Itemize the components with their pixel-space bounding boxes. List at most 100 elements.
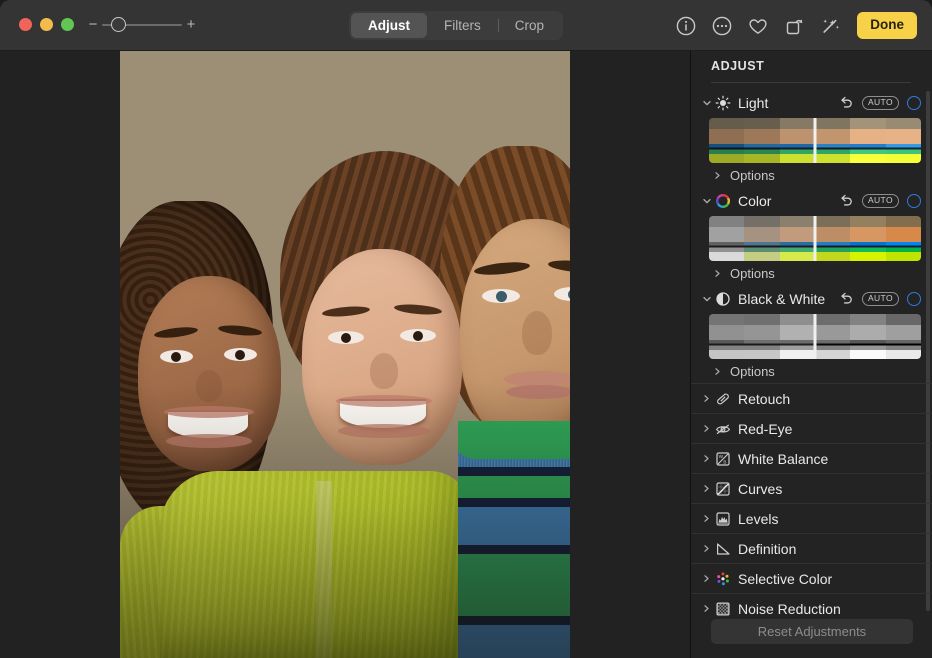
color-filmstrip[interactable]: [709, 216, 921, 261]
favorite-heart-icon[interactable]: [747, 15, 769, 37]
chevron-right-icon[interactable]: [700, 424, 713, 433]
filmstrip-thumb[interactable]: [780, 314, 815, 359]
zoom-slider-control[interactable]: − +: [86, 17, 198, 32]
section-row-selective-color[interactable]: Selective Color: [691, 563, 932, 593]
auto-button-light[interactable]: AUTO: [862, 96, 899, 110]
color-wheel-icon: [713, 193, 733, 209]
section-row-retouch[interactable]: Retouch: [691, 383, 932, 413]
filmstrip-playhead[interactable]: [814, 118, 817, 163]
info-icon[interactable]: [675, 15, 697, 37]
section-row-curves[interactable]: Curves: [691, 473, 932, 503]
section-header-light[interactable]: Light AUTO: [691, 89, 932, 116]
section-row-white-balance[interactable]: W B White Balance: [691, 443, 932, 473]
section-controls-color: AUTO: [839, 193, 921, 208]
filmstrip-thumb[interactable]: [744, 216, 779, 261]
filmstrip-thumb[interactable]: [780, 118, 815, 163]
filmstrip-playhead[interactable]: [814, 216, 817, 261]
section-label-black-and-white: Black & White: [738, 291, 825, 307]
zoom-slider-track[interactable]: [102, 17, 182, 32]
edit-mode-segmented-control[interactable]: Adjust Filters Crop: [349, 11, 563, 40]
tab-crop[interactable]: Crop: [498, 13, 561, 38]
reset-adjustments-button[interactable]: Reset Adjustments: [711, 619, 913, 644]
filmstrip-thumb[interactable]: [886, 118, 921, 163]
section-header-black-and-white[interactable]: Black & White AUTO: [691, 285, 932, 312]
chevron-right-icon[interactable]: [700, 454, 713, 463]
chevron-right-icon[interactable]: [713, 367, 725, 376]
section-label-retouch: Retouch: [738, 391, 790, 407]
filmstrip-thumb[interactable]: [850, 314, 885, 359]
chevron-down-icon[interactable]: [700, 294, 713, 304]
adjust-sidebar[interactable]: ADJUST L: [690, 51, 932, 658]
section-row-definition[interactable]: Definition: [691, 533, 932, 563]
brightness-sun-icon: [713, 95, 733, 111]
window-titlebar: − + Adjust Filters Crop: [0, 0, 932, 51]
reset-adjustments-container: Reset Adjustments: [691, 619, 932, 644]
revert-icon[interactable]: [839, 193, 854, 208]
filmstrip-thumb[interactable]: [709, 216, 744, 261]
revert-icon[interactable]: [839, 95, 854, 110]
auto-button-color[interactable]: AUTO: [862, 194, 899, 208]
chevron-right-icon[interactable]: [700, 514, 713, 523]
filmstrip-thumb[interactable]: [709, 314, 744, 359]
light-filmstrip[interactable]: [709, 118, 921, 163]
black-and-white-filmstrip[interactable]: [709, 314, 921, 359]
filmstrip-thumb[interactable]: [815, 314, 850, 359]
eye-slash-icon: [713, 421, 733, 437]
rotate-icon[interactable]: [783, 15, 805, 37]
tab-filters[interactable]: Filters: [427, 13, 498, 38]
filmstrip-thumb[interactable]: [886, 314, 921, 359]
section-controls-light: AUTO: [839, 95, 921, 110]
chevron-right-icon[interactable]: [700, 394, 713, 403]
filmstrip-playhead[interactable]: [814, 314, 817, 359]
adjustment-dial-light[interactable]: [907, 96, 921, 110]
minimize-window-button[interactable]: [40, 18, 53, 31]
section-label-white-balance: White Balance: [738, 451, 828, 467]
filmstrip-thumb[interactable]: [850, 216, 885, 261]
chevron-right-icon[interactable]: [713, 269, 725, 278]
color-options-row[interactable]: Options: [691, 261, 932, 285]
black-and-white-options-row[interactable]: Options: [691, 359, 932, 383]
section-row-levels[interactable]: Levels: [691, 503, 932, 533]
done-button[interactable]: Done: [857, 12, 917, 39]
filmstrip-thumb[interactable]: [744, 118, 779, 163]
revert-icon[interactable]: [839, 291, 854, 306]
filmstrip-thumb[interactable]: [815, 118, 850, 163]
svg-text:B: B: [723, 459, 726, 464]
options-label: Options: [730, 364, 775, 379]
chevron-right-icon[interactable]: [700, 574, 713, 583]
photo-canvas[interactable]: [0, 51, 690, 658]
section-row-red-eye[interactable]: Red-Eye: [691, 413, 932, 443]
section-header-color[interactable]: Color AUTO: [691, 187, 932, 214]
close-window-button[interactable]: [19, 18, 32, 31]
adjustment-dial-color[interactable]: [907, 194, 921, 208]
zoom-slider-knob[interactable]: [111, 17, 126, 32]
section-label-red-eye: Red-Eye: [738, 421, 792, 437]
photo-vignette: [120, 51, 570, 658]
chevron-down-icon[interactable]: [700, 98, 713, 108]
adjust-sections: Light AUTO: [691, 89, 932, 623]
zoom-out-icon[interactable]: −: [86, 17, 100, 32]
auto-button-black-and-white[interactable]: AUTO: [862, 292, 899, 306]
filmstrip-thumb[interactable]: [709, 118, 744, 163]
chevron-right-icon[interactable]: [700, 604, 713, 613]
adjustment-dial-black-and-white[interactable]: [907, 292, 921, 306]
chevron-right-icon[interactable]: [700, 484, 713, 493]
section-label-definition: Definition: [738, 541, 796, 557]
chevron-down-icon[interactable]: [700, 196, 713, 206]
auto-enhance-wand-icon[interactable]: [819, 15, 841, 37]
filmstrip-thumb[interactable]: [780, 216, 815, 261]
chevron-right-icon[interactable]: [700, 544, 713, 553]
chevron-right-icon[interactable]: [713, 171, 725, 180]
light-options-row[interactable]: Options: [691, 163, 932, 187]
definition-triangle-icon: [713, 541, 733, 557]
filmstrip-thumb[interactable]: [886, 216, 921, 261]
filmstrip-thumb[interactable]: [850, 118, 885, 163]
edited-photo[interactable]: [120, 51, 570, 658]
more-options-icon[interactable]: [711, 15, 733, 37]
filmstrip-thumb[interactable]: [744, 314, 779, 359]
options-label: Options: [730, 168, 775, 183]
maximize-window-button[interactable]: [61, 18, 74, 31]
zoom-in-icon[interactable]: +: [184, 17, 198, 32]
filmstrip-thumb[interactable]: [815, 216, 850, 261]
tab-adjust[interactable]: Adjust: [351, 13, 427, 38]
